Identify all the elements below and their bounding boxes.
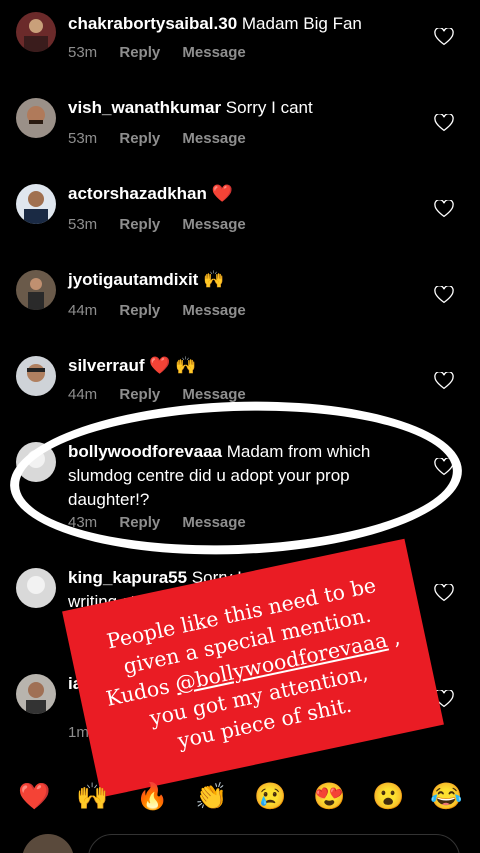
raised-hands-emoji-button[interactable]: 🙌 xyxy=(76,781,108,811)
comment-time: 53m xyxy=(68,216,98,233)
comment-meta: 44m Reply Message xyxy=(68,302,264,319)
surprised-emoji-button[interactable]: 😮 xyxy=(372,781,404,811)
avatar[interactable] xyxy=(16,12,56,52)
message-button[interactable]: Message xyxy=(182,302,245,319)
comment-meta: 44m Reply Message xyxy=(68,386,264,403)
like-heart-icon[interactable] xyxy=(434,584,454,602)
circle-annotation xyxy=(7,394,465,562)
comment-username[interactable]: king_kapura55 xyxy=(68,568,187,587)
reply-button[interactable]: Reply xyxy=(119,386,160,403)
comment-text: actorshazadkhan ❤️ xyxy=(68,182,418,206)
like-heart-icon[interactable] xyxy=(434,372,454,390)
comment-meta: 53m Reply Message xyxy=(68,216,264,233)
fire-emoji-button[interactable]: 🔥 xyxy=(136,781,168,811)
avatar[interactable] xyxy=(16,674,56,714)
reply-button[interactable]: Reply xyxy=(119,302,160,319)
comment-text: chakrabortysaibal.30 Madam Big Fan xyxy=(68,12,418,36)
comment-text: silverrauf ❤️ 🙌 xyxy=(68,354,418,378)
comment-meta: 53m Reply Message xyxy=(68,44,264,61)
avatar[interactable] xyxy=(16,98,56,138)
comment-text: vish_wanathkumar Sorry I cant xyxy=(68,96,418,120)
comment-body: ❤️ xyxy=(211,184,233,203)
comment-username[interactable]: chakrabortysaibal.30 xyxy=(68,14,237,33)
comment-body: Madam Big Fan xyxy=(241,14,362,33)
avatar[interactable] xyxy=(16,568,56,608)
current-user-avatar xyxy=(22,834,74,853)
emoji-reaction-bar: ❤️ 🙌 🔥 👏 😢 😍 😮 😂 xyxy=(0,773,480,825)
message-button[interactable]: Message xyxy=(182,44,245,61)
message-button[interactable]: Message xyxy=(182,386,245,403)
reply-button[interactable]: Reply xyxy=(119,216,160,233)
laughing-emoji-button[interactable]: 😂 xyxy=(430,781,462,811)
comment-time: 53m xyxy=(68,130,98,147)
comment-username[interactable]: silverrauf xyxy=(68,356,145,375)
comment-body: ❤️ 🙌 xyxy=(149,356,197,375)
like-heart-icon[interactable] xyxy=(434,286,454,304)
comment-body: Sorry I cant xyxy=(225,98,313,117)
avatar[interactable] xyxy=(16,270,56,310)
comment-time: 44m xyxy=(68,386,98,403)
comment-input[interactable] xyxy=(88,834,460,853)
comment-time: 44m xyxy=(68,302,98,319)
comment-username[interactable]: vish_wanathkumar xyxy=(68,98,221,117)
message-button[interactable]: Message xyxy=(182,216,245,233)
avatar[interactable] xyxy=(16,356,56,396)
comment-time: 53m xyxy=(68,44,98,61)
clapping-emoji-button[interactable]: 👏 xyxy=(195,781,227,811)
message-button[interactable]: Message xyxy=(182,130,245,147)
like-heart-icon[interactable] xyxy=(434,114,454,132)
heart-eyes-emoji-button[interactable]: 😍 xyxy=(313,781,345,811)
like-heart-icon[interactable] xyxy=(434,28,454,46)
comment-body: 🙌 xyxy=(203,270,225,289)
comment-text: jyotigautamdixit 🙌 xyxy=(68,268,418,292)
crying-emoji-button[interactable]: 😢 xyxy=(254,781,286,811)
heart-emoji-button[interactable]: ❤️ xyxy=(18,781,50,811)
comment-username[interactable]: actorshazadkhan xyxy=(68,184,207,203)
comment-username[interactable]: jyotigautamdixit xyxy=(68,270,198,289)
like-heart-icon[interactable] xyxy=(434,200,454,218)
comment-meta: 53m Reply Message xyxy=(68,130,264,147)
reply-button[interactable]: Reply xyxy=(119,44,160,61)
reply-button[interactable]: Reply xyxy=(119,130,160,147)
avatar[interactable] xyxy=(16,184,56,224)
